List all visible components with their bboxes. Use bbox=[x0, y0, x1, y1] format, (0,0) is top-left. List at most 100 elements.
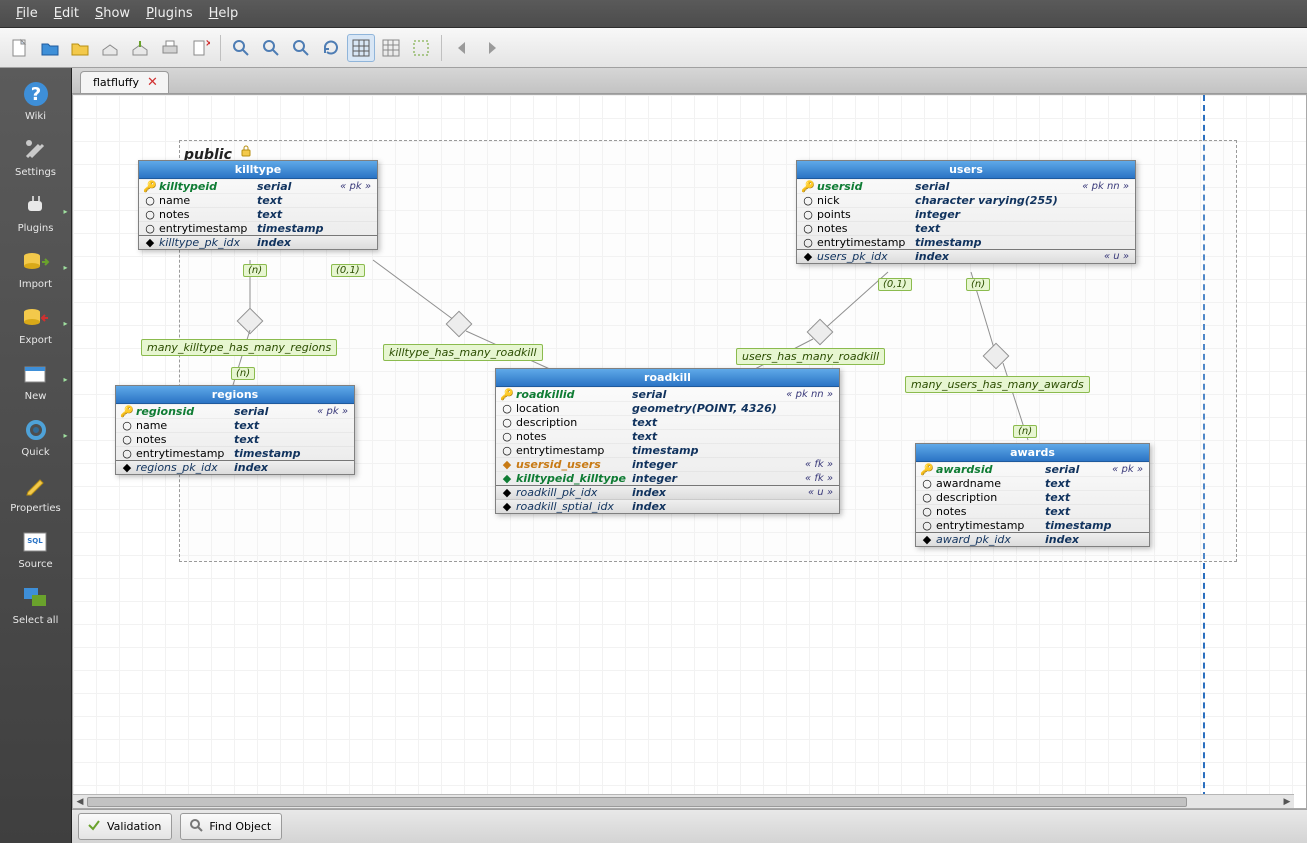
cardinality: (n) bbox=[966, 278, 990, 291]
sidebar-item-label: Import bbox=[19, 279, 52, 290]
sidebar-item-new[interactable]: New bbox=[6, 356, 66, 406]
sidebar-item-label: Export bbox=[19, 335, 52, 346]
entity-users[interactable]: users 🔑usersidserial« pk nn » ○nickchara… bbox=[796, 160, 1136, 264]
entity-title: regions bbox=[116, 386, 354, 404]
grid-small-icon[interactable] bbox=[377, 34, 405, 62]
svg-text:?: ? bbox=[30, 84, 40, 105]
zoom-in-icon[interactable] bbox=[227, 34, 255, 62]
inbox-save-icon[interactable] bbox=[126, 34, 154, 62]
circle-icon: ○ bbox=[803, 210, 813, 220]
relation-label[interactable]: many_users_has_many_awards bbox=[905, 376, 1090, 393]
main-toolbar: × bbox=[0, 28, 1307, 68]
zoom-fit-icon[interactable] bbox=[287, 34, 315, 62]
sidebar-item-export[interactable]: Export bbox=[6, 300, 66, 350]
circle-icon: ○ bbox=[145, 224, 155, 234]
circle-icon: ○ bbox=[922, 521, 932, 531]
db-import-icon bbox=[20, 248, 52, 276]
print-icon[interactable] bbox=[156, 34, 184, 62]
sidebar-item-label: Wiki bbox=[25, 111, 46, 122]
menu-edit[interactable]: Edit bbox=[46, 3, 87, 24]
nav-back-icon[interactable] bbox=[448, 34, 476, 62]
work-area: flatfluffy ✕ bbox=[72, 68, 1307, 843]
button-label: Find Object bbox=[209, 820, 271, 833]
entity-killtype[interactable]: killtype 🔑killtypeidserial« pk » ○namete… bbox=[138, 160, 378, 250]
entity-awards[interactable]: awards 🔑awardsidserial« pk » ○awardnamet… bbox=[915, 443, 1150, 547]
circle-icon: ○ bbox=[122, 449, 132, 459]
cardinality: (0,1) bbox=[331, 264, 365, 277]
diamond-icon: ◆ bbox=[803, 252, 813, 262]
inbox-open-icon[interactable] bbox=[96, 34, 124, 62]
tab-flatfluffy[interactable]: flatfluffy ✕ bbox=[80, 71, 169, 93]
circle-icon: ○ bbox=[145, 196, 155, 206]
scroll-right-icon[interactable]: ▶ bbox=[1280, 795, 1294, 809]
menu-help[interactable]: Help bbox=[201, 3, 247, 24]
key-icon: 🔑 bbox=[922, 465, 932, 475]
cardinality: (n) bbox=[243, 264, 267, 277]
sidebar-item-quick[interactable]: Quick bbox=[6, 412, 66, 462]
relation-label[interactable]: killtype_has_many_roadkill bbox=[383, 344, 543, 361]
circle-icon: ○ bbox=[922, 507, 932, 517]
scroll-thumb[interactable] bbox=[87, 797, 1187, 807]
key-icon: 🔑 bbox=[122, 407, 132, 417]
validation-button[interactable]: Validation bbox=[78, 813, 172, 840]
menu-bar: File Edit Show Plugins Help bbox=[0, 0, 1307, 28]
sidebar-item-settings[interactable]: Settings bbox=[6, 132, 66, 182]
refresh-icon[interactable] bbox=[317, 34, 345, 62]
open-folder-alt-icon[interactable] bbox=[66, 34, 94, 62]
diagram-canvas[interactable]: public killtype 🔑killtypeidserial« pk » … bbox=[72, 94, 1307, 809]
sidebar-item-properties[interactable]: Properties bbox=[6, 468, 66, 518]
help-icon: ? bbox=[20, 80, 52, 108]
sidebar-item-label: Source bbox=[18, 559, 52, 570]
key-icon: 🔑 bbox=[502, 390, 512, 400]
bottom-bar: Validation Find Object bbox=[72, 809, 1307, 843]
find-object-button[interactable]: Find Object bbox=[180, 813, 282, 840]
sidebar-item-import[interactable]: Import bbox=[6, 244, 66, 294]
fk-icon: ◆ bbox=[502, 460, 512, 470]
circle-icon: ○ bbox=[502, 404, 512, 414]
fk-icon: ◆ bbox=[502, 474, 512, 484]
button-label: Validation bbox=[107, 820, 161, 833]
gear-icon bbox=[20, 416, 52, 444]
relation-label[interactable]: many_killtype_has_many_regions bbox=[141, 339, 337, 356]
entity-roadkill[interactable]: roadkill 🔑roadkillidserial« pk nn » ○loc… bbox=[495, 368, 840, 514]
close-icon[interactable]: ✕ bbox=[147, 75, 158, 90]
relation-label[interactable]: users_has_many_roadkill bbox=[736, 348, 885, 365]
grid-large-icon[interactable] bbox=[347, 34, 375, 62]
nav-forward-icon[interactable] bbox=[478, 34, 506, 62]
menu-show[interactable]: Show bbox=[87, 3, 138, 24]
key-icon: 🔑 bbox=[803, 182, 813, 192]
circle-icon: ○ bbox=[502, 446, 512, 456]
horizontal-scrollbar[interactable]: ◀ ▶ bbox=[73, 794, 1294, 808]
menu-plugins[interactable]: Plugins bbox=[138, 3, 201, 24]
toolbar-separator bbox=[220, 35, 221, 61]
sidebar-item-wiki[interactable]: ? Wiki bbox=[6, 76, 66, 126]
circle-icon: ○ bbox=[803, 224, 813, 234]
sidebar-item-source[interactable]: SQL Source bbox=[6, 524, 66, 574]
tools-icon bbox=[20, 136, 52, 164]
lock-icon bbox=[240, 145, 252, 161]
menu-file[interactable]: File bbox=[8, 3, 46, 24]
entity-title: users bbox=[797, 161, 1135, 179]
sidebar-item-select-all[interactable]: Select all bbox=[6, 580, 66, 630]
tab-label: flatfluffy bbox=[93, 76, 139, 89]
new-file-icon[interactable] bbox=[6, 34, 34, 62]
sidebar-item-label: Quick bbox=[21, 447, 49, 458]
circle-icon: ○ bbox=[922, 493, 932, 503]
delete-file-icon[interactable]: × bbox=[186, 34, 214, 62]
open-folder-icon[interactable] bbox=[36, 34, 64, 62]
db-export-icon bbox=[20, 304, 52, 332]
pencil-icon bbox=[20, 472, 52, 500]
entity-regions[interactable]: regions 🔑regionsidserial« pk » ○nametext… bbox=[115, 385, 355, 475]
scroll-left-icon[interactable]: ◀ bbox=[73, 795, 87, 809]
circle-icon: ○ bbox=[803, 196, 813, 206]
zoom-out-icon[interactable] bbox=[257, 34, 285, 62]
svg-text:SQL: SQL bbox=[27, 537, 43, 545]
select-all-icon bbox=[20, 584, 52, 612]
sidebar-item-label: New bbox=[25, 391, 47, 402]
sql-icon: SQL bbox=[20, 528, 52, 556]
svg-text:×: × bbox=[205, 38, 210, 49]
search-icon bbox=[189, 818, 203, 835]
sidebar-item-plugins[interactable]: Plugins bbox=[6, 188, 66, 238]
sidebar-item-label: Plugins bbox=[18, 223, 54, 234]
select-area-icon[interactable] bbox=[407, 34, 435, 62]
